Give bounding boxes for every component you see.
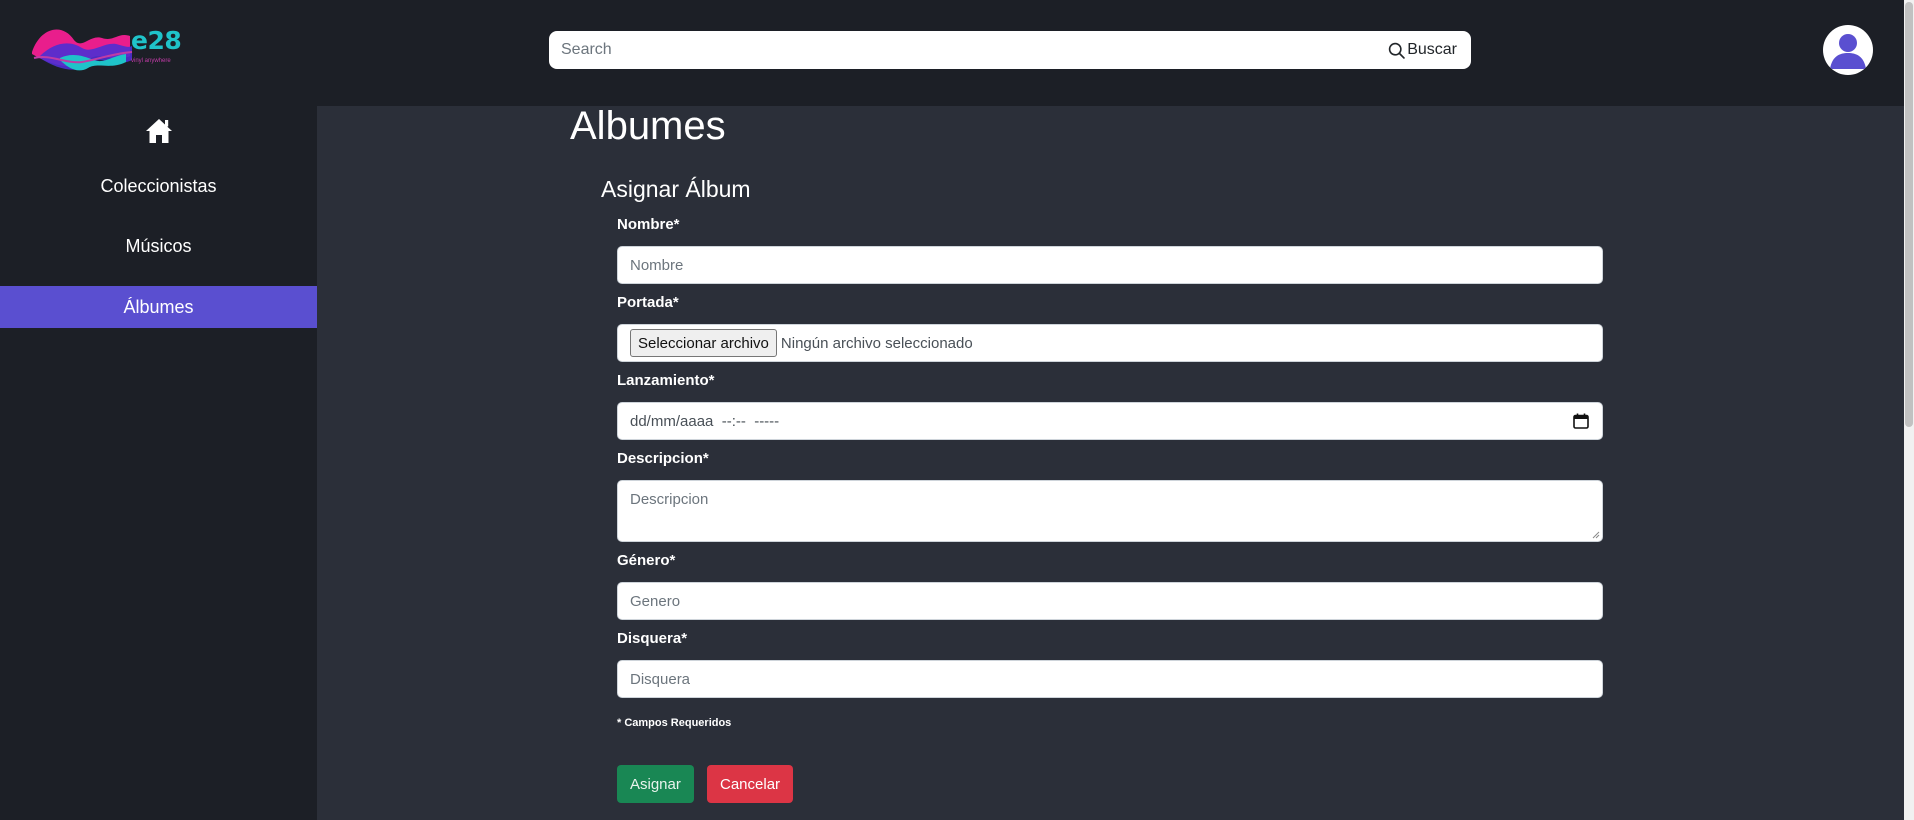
search-button[interactable]: Buscar — [1382, 31, 1471, 69]
scrollbar-thumb[interactable] — [1905, 2, 1913, 427]
form-title: Asignar Álbum — [601, 176, 751, 202]
disquera-input[interactable] — [617, 660, 1603, 698]
search-input[interactable] — [549, 31, 1383, 69]
search-bar: Buscar — [549, 31, 1471, 69]
sidebar-item-musicos[interactable]: Músicos — [0, 225, 317, 267]
sidebar-item-coleccionistas[interactable]: Coleccionistas — [0, 165, 317, 207]
user-avatar[interactable] — [1823, 25, 1873, 75]
sidebar-item-label: Álbumes — [123, 296, 194, 317]
search-icon — [1389, 42, 1405, 59]
assign-button[interactable]: Asignar — [617, 765, 694, 803]
resize-grip-icon[interactable] — [1592, 531, 1600, 539]
app-logo[interactable]: e28 vinyl anywhere — [30, 24, 190, 74]
file-status: Ningún archivo seleccionado — [780, 334, 973, 352]
page-scrollbar[interactable] — [1904, 0, 1914, 820]
nombre-label: Nombre* — [617, 216, 680, 233]
logo-text: e28 — [131, 26, 182, 55]
search-button-label: Buscar — [1407, 41, 1457, 58]
home-button[interactable] — [144, 116, 174, 146]
sidebar-item-albumes[interactable]: Álbumes — [0, 286, 317, 328]
cancel-button[interactable]: Cancelar — [707, 765, 794, 803]
home-icon — [146, 119, 172, 143]
user-icon — [1830, 34, 1866, 69]
descripcion-textarea[interactable] — [617, 480, 1603, 542]
portada-file-input[interactable]: Seleccionar archivo Ningún archivo selec… — [617, 324, 1603, 362]
genero-label: Género* — [617, 552, 676, 569]
sidebar-item-label: Músicos — [125, 235, 192, 256]
required-fields-note: * Campos Requeridos — [617, 717, 732, 729]
calendar-icon[interactable] — [1572, 412, 1590, 430]
descripcion-label: Descripcion* — [617, 450, 709, 467]
select-file-button[interactable]: Seleccionar archivo — [630, 329, 777, 357]
lanzamiento-label: Lanzamiento* — [617, 372, 715, 389]
datetime-value: dd/mm/aaaa --:-- ----- — [630, 412, 780, 430]
sidebar-item-label: Coleccionistas — [100, 175, 217, 196]
nombre-input[interactable] — [617, 246, 1603, 284]
lanzamiento-datetime-input[interactable]: dd/mm/aaaa --:-- ----- — [617, 402, 1603, 440]
page-title: Albumes — [570, 104, 726, 148]
sidebar: Coleccionistas Músicos Álbumes — [0, 106, 317, 820]
disquera-label: Disquera* — [617, 630, 688, 647]
portada-label: Portada* — [617, 294, 679, 311]
logo-tagline: vinyl anywhere — [131, 58, 171, 64]
genero-input[interactable] — [617, 582, 1603, 620]
top-bar: e28 vinyl anywhere Buscar — [0, 0, 1904, 106]
logo-waveform-icon — [32, 29, 133, 71]
